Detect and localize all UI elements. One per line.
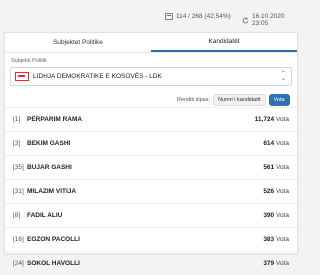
candidate-name: FADIL ALIU [27, 212, 63, 219]
candidate-votes: 383 Vota [263, 236, 289, 243]
candidate-votes: 390 Vota [263, 212, 289, 219]
chevron-updown-icon: ⌃ ⌄ [280, 71, 286, 82]
candidate-votes: 614 Vota [263, 140, 289, 147]
candidate-number: [8] [13, 212, 21, 219]
stations-text: 114 / 268 (42,54%) [176, 13, 231, 20]
sort-label: Renditi sipas: [177, 97, 211, 103]
top-status-bar: 114 / 268 (42,54%) 16.10.2020 23:05 [0, 0, 300, 32]
refresh-icon[interactable] [242, 17, 249, 24]
candidate-number: [31] [13, 188, 24, 195]
updated-text: 16.10.2020 23:05 [252, 13, 285, 27]
list-item[interactable]: [16] EGZON PACOLLI 383 Vota [5, 227, 297, 251]
candidate-votes: 379 Vota [263, 260, 289, 267]
list-item[interactable]: [3] BEKIM GASHI 614 Vota [5, 131, 297, 155]
results-tabs: Subjektet Politike Kandidatët [5, 33, 297, 53]
candidate-name: SOKOL HAVOLLI [27, 260, 80, 267]
party-select-value: LIDHJA DEMOKRATIKE E KOSOVËS - LDK [33, 73, 162, 80]
candidate-name: EGZON PACOLLI [27, 236, 80, 243]
polling-station-icon [165, 13, 173, 20]
sort-by-votes-button[interactable]: Vota [268, 94, 290, 106]
list-item[interactable]: [8] FADIL ALIU 390 Vota [5, 203, 297, 227]
sort-controls: Renditi sipas: Numri i kandidatit Vota [177, 94, 290, 106]
candidate-name: BUJAR GASHI [27, 164, 72, 171]
candidate-list: [1] PËRPARIM RAMA 11,724 Vota [3] BEKIM … [5, 107, 297, 275]
candidate-votes: 526 Vota [263, 188, 289, 195]
stations-counter: 114 / 268 (42,54%) [165, 13, 231, 20]
party-field-label: Subjekti Politik [11, 58, 47, 64]
list-item[interactable]: [31] MILAZIM VITIJA 526 Vota [5, 179, 297, 203]
candidate-number: [35] [13, 164, 24, 171]
list-item[interactable]: [24] SOKOL HAVOLLI 379 Vota [5, 251, 297, 275]
candidate-votes: 561 Vota [263, 164, 289, 171]
candidate-name: BEKIM GASHI [27, 140, 71, 147]
candidate-number: [3] [13, 140, 21, 147]
party-select[interactable]: LIDHJA DEMOKRATIKE E KOSOVËS - LDK ⌃ ⌄ [10, 67, 292, 86]
candidate-number: [24] [13, 260, 24, 267]
last-updated: 16.10.2020 23:05 [242, 13, 300, 27]
tab-political-entities[interactable]: Subjektet Politike [5, 33, 151, 52]
candidate-name: MILAZIM VITIJA [27, 188, 77, 195]
sort-by-number-button[interactable]: Numri i kandidatit [213, 94, 266, 106]
candidate-votes: 11,724 Vota [254, 116, 289, 123]
candidate-name: PËRPARIM RAMA [27, 116, 83, 123]
results-card: Subjektet Politike Kandidatët Subjekti P… [4, 32, 298, 267]
candidate-number: [16] [13, 236, 24, 243]
candidate-number: [1] [13, 116, 21, 123]
list-item[interactable]: [1] PËRPARIM RAMA 11,724 Vota [5, 107, 297, 131]
party-logo-icon [15, 72, 29, 81]
list-item[interactable]: [35] BUJAR GASHI 561 Vota [5, 155, 297, 179]
tab-candidates[interactable]: Kandidatët [151, 33, 297, 52]
